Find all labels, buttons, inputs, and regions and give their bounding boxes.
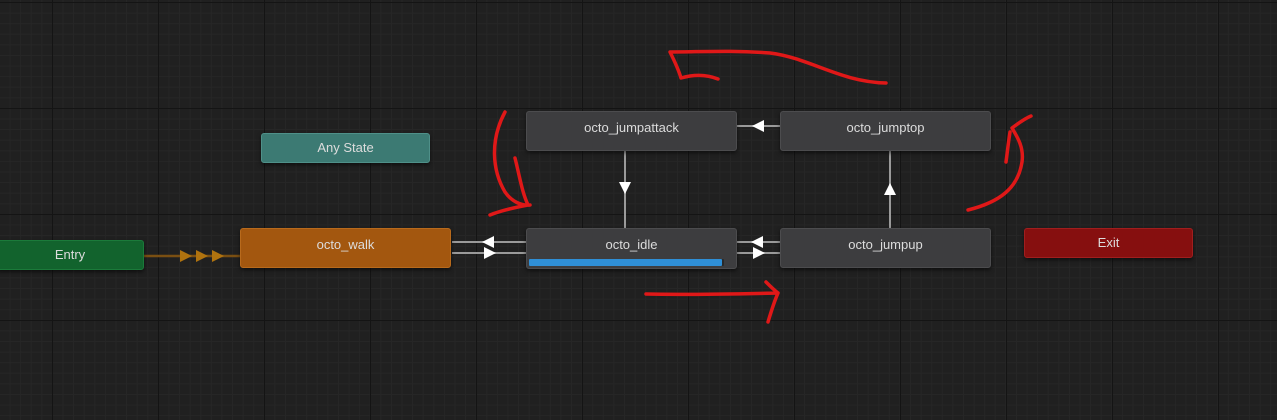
jumpattack-to-idle-transition[interactable] — [619, 151, 631, 228]
jumpup-to-idle-transition[interactable] — [737, 236, 780, 248]
jumptop-to-jumpattack-transition[interactable] — [737, 120, 780, 132]
state-label: octo_idle — [605, 237, 658, 252]
transition-arrow-icon — [753, 247, 765, 259]
jumpup-to-jumptop-transition[interactable] — [884, 151, 896, 228]
state-node-octo-jumpup[interactable]: octo_jumpup — [780, 228, 991, 268]
annotation-left-curve — [488, 110, 532, 217]
transition-arrow-icon — [482, 236, 494, 248]
any-state-label: Any State — [317, 140, 374, 155]
idle-to-walk-transition[interactable] — [452, 236, 526, 248]
transition-arrow-icon — [180, 250, 192, 262]
state-node-octo-idle[interactable]: octo_idle — [526, 228, 737, 269]
transition-arrow-icon — [619, 182, 631, 194]
transition-arrow-icon — [484, 247, 496, 259]
entry-label: Entry — [54, 247, 86, 262]
any-state-node[interactable]: Any State — [261, 133, 430, 163]
idle-to-jumpup-transition[interactable] — [737, 247, 780, 259]
state-label: octo_jumpattack — [584, 120, 679, 135]
state-label: octo_jumpup — [848, 237, 923, 252]
annotation-bottom-arrow — [644, 280, 780, 324]
exit-node[interactable]: Exit — [1024, 228, 1193, 258]
transition-arrow-icon — [751, 236, 763, 248]
red-annotation-strokes — [488, 49, 1033, 324]
transition-arrow-icon — [884, 183, 896, 195]
transition-arrow-icon — [212, 250, 224, 262]
transition-arrow-icon — [196, 250, 208, 262]
idle-progress-bar — [529, 259, 724, 266]
annotation-top-arrow — [668, 49, 888, 85]
transition-layer — [144, 49, 1033, 324]
exit-label: Exit — [1097, 235, 1120, 250]
walk-to-idle-transition[interactable] — [452, 247, 526, 259]
idle-progress-fill — [529, 259, 723, 266]
state-node-octo-jumpattack[interactable]: octo_jumpattack — [526, 111, 737, 151]
state-node-octo-walk[interactable]: octo_walk — [240, 228, 451, 268]
state-label: octo_walk — [316, 237, 375, 252]
entry-to-walk-transition[interactable] — [144, 250, 240, 262]
transition-arrow-icon — [752, 120, 764, 132]
state-label: octo_jumptop — [846, 120, 925, 135]
entry-node[interactable]: Entry — [0, 240, 144, 270]
state-node-octo-jumptop[interactable]: octo_jumptop — [780, 111, 991, 151]
